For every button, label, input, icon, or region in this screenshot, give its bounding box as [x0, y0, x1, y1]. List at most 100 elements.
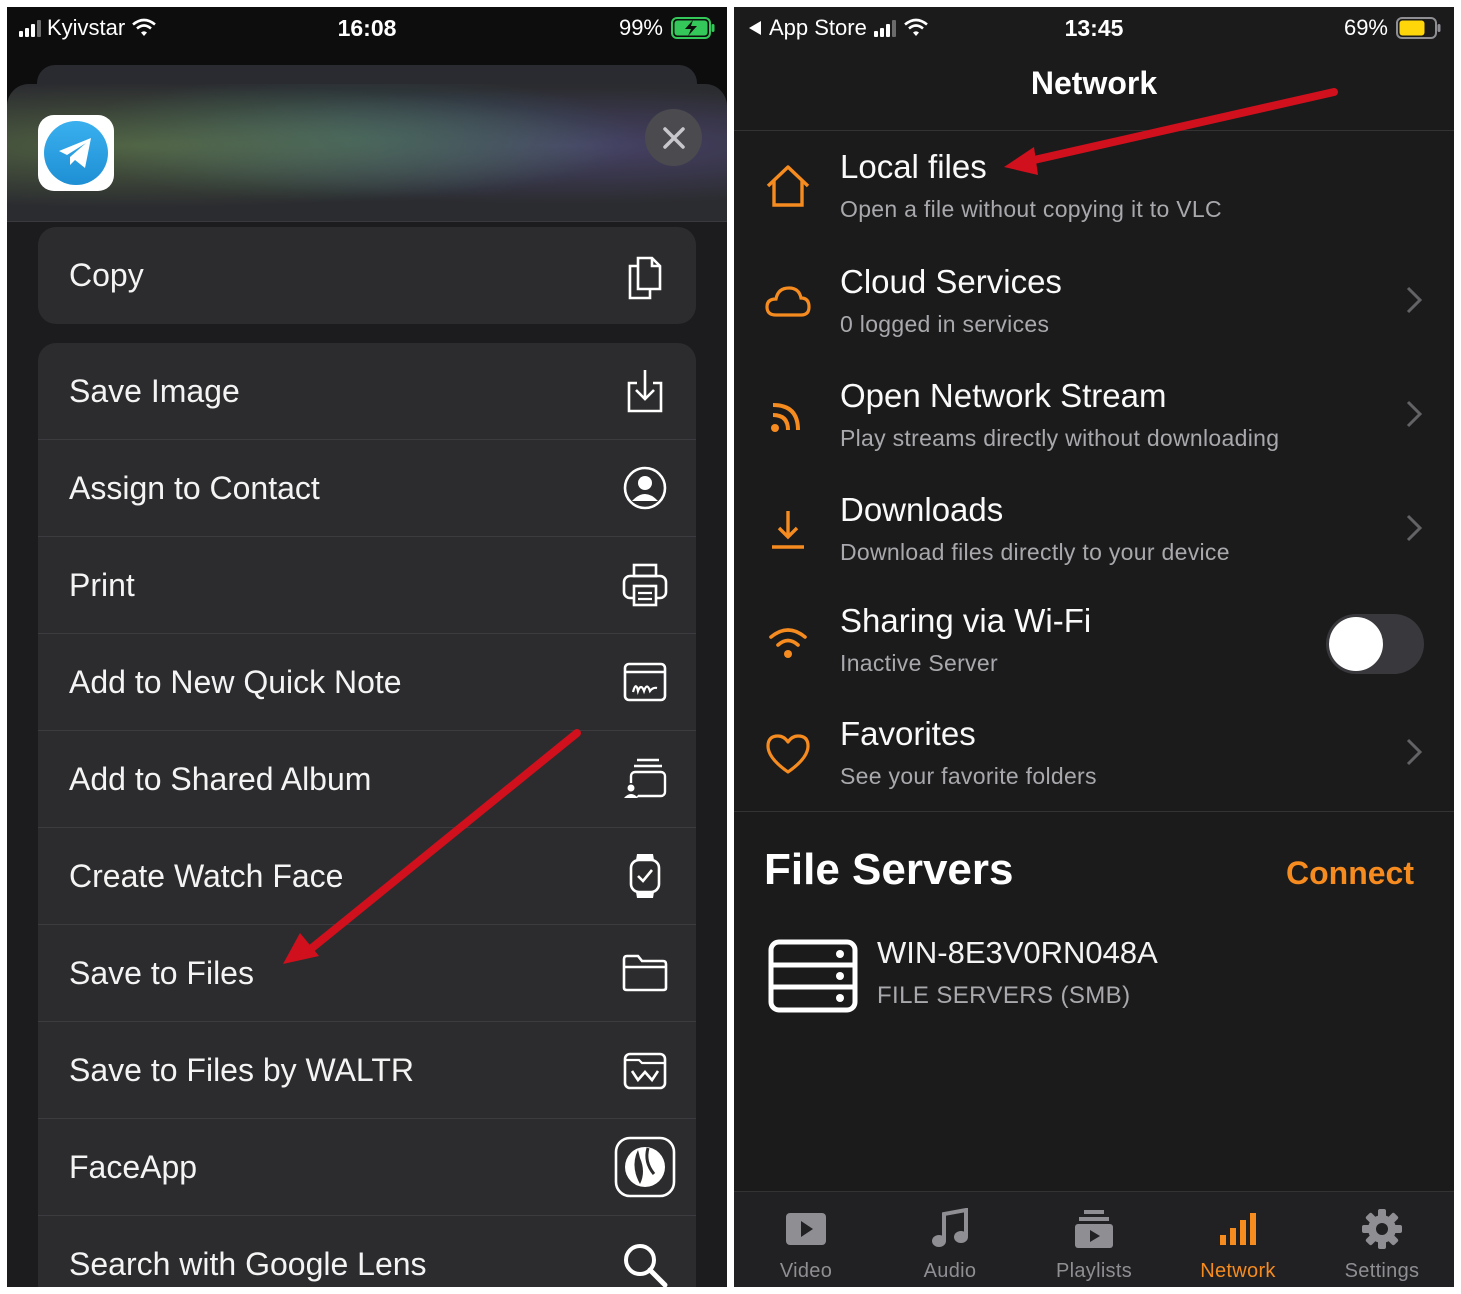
contact-icon — [620, 463, 670, 513]
right-phone-screen: App Store 13:45 69% Network Local files … — [734, 7, 1454, 1287]
action-label: Add to New Quick Note — [69, 663, 402, 700]
save-image-icon — [620, 366, 670, 416]
watch-icon — [620, 851, 670, 901]
cloud-icon — [762, 275, 814, 327]
share-actions-group-secondary: Save Image Assign to Contact Print Add t… — [38, 343, 696, 1287]
battery-percent: 99% — [618, 15, 663, 40]
row-title: Cloud Services — [840, 263, 1062, 300]
tab-bar: Video Audio Playlists Network Settings — [734, 1191, 1454, 1287]
action-label: Copy — [69, 257, 144, 293]
action-label: Print — [69, 566, 135, 603]
row-subtitle: Play streams directly without downloadin… — [840, 425, 1280, 451]
tab-video[interactable]: Video — [734, 1192, 878, 1287]
tab-audio[interactable]: Audio — [878, 1192, 1022, 1287]
row-subtitle: Open a file without copying it to VLC — [840, 196, 1222, 222]
waltr-folder-icon — [620, 1045, 670, 1095]
telegram-icon — [38, 115, 114, 191]
action-label: Save to Files — [69, 954, 254, 991]
network-bars-icon — [1213, 1206, 1263, 1252]
row-downloads[interactable]: Downloads Download files directly to you… — [734, 475, 1454, 587]
row-cloud-services[interactable]: Cloud Services 0 logged in services — [734, 247, 1454, 359]
tab-label: Playlists — [1055, 1260, 1133, 1282]
row-title: Open Network Stream — [840, 377, 1167, 414]
divider — [734, 130, 1454, 131]
row-open-network-stream[interactable]: Open Network Stream Play streams directl… — [734, 361, 1454, 473]
battery-percent: 69% — [1343, 15, 1388, 40]
status-bar: App Store 13:45 69% — [734, 7, 1454, 47]
download-icon — [762, 503, 814, 555]
action-label: FaceApp — [69, 1148, 198, 1185]
action-add-to-quick-note[interactable]: Add to New Quick Note — [38, 634, 696, 731]
row-title: Favorites — [840, 715, 976, 752]
battery-group: 99% — [619, 15, 715, 41]
action-create-watch-face[interactable]: Create Watch Face — [38, 828, 696, 925]
battery-icon — [1396, 17, 1441, 39]
action-assign-to-contact[interactable]: Assign to Contact — [38, 440, 696, 537]
server-icon — [768, 939, 858, 1013]
close-icon — [662, 126, 685, 149]
share-actions-group-primary: Copy — [38, 227, 696, 324]
row-subtitle: See your favorite folders — [840, 763, 1097, 789]
page-title: Network — [1030, 65, 1158, 101]
search-icon — [620, 1240, 670, 1287]
wifi-icon — [762, 614, 814, 666]
action-google-lens[interactable]: Search with Google Lens — [38, 1216, 696, 1287]
copy-icon — [620, 251, 670, 301]
action-label: Create Watch Face — [69, 857, 344, 894]
row-sharing-via-wifi: Sharing via Wi-Fi Inactive Server — [734, 586, 1454, 698]
music-note-icon — [925, 1206, 975, 1252]
home-icon — [762, 160, 814, 212]
faceapp-icon — [614, 1136, 676, 1198]
action-label: Save Image — [69, 372, 240, 409]
action-label: Add to Shared Album — [69, 760, 372, 797]
tab-label: Video — [779, 1260, 833, 1282]
left-phone-screen: Kyivstar 16:08 99% Copy Save Image Assig… — [7, 7, 727, 1287]
row-subtitle: Download files directly to your device — [840, 539, 1230, 565]
tab-playlists[interactable]: Playlists — [1022, 1192, 1166, 1287]
tab-network[interactable]: Network — [1166, 1192, 1310, 1287]
quick-note-icon — [620, 657, 670, 707]
tab-label: Network — [1200, 1260, 1276, 1282]
tab-label: Settings — [1344, 1260, 1420, 1282]
file-servers-heading: File Servers — [764, 845, 1014, 894]
action-label: Save to Files by WALTR — [69, 1051, 414, 1088]
action-add-to-shared-album[interactable]: Add to Shared Album — [38, 731, 696, 828]
action-save-image[interactable]: Save Image — [38, 343, 696, 440]
wifi-sharing-toggle[interactable] — [1326, 614, 1424, 674]
tab-settings[interactable]: Settings — [1310, 1192, 1454, 1287]
share-sheet-header — [7, 84, 727, 222]
chevron-right-icon — [1406, 286, 1423, 314]
action-print[interactable]: Print — [38, 537, 696, 634]
chevron-right-icon — [1406, 400, 1423, 428]
action-label: Assign to Contact — [69, 469, 320, 506]
battery-charging-icon — [671, 17, 715, 39]
tab-label: Audio — [923, 1260, 977, 1282]
chevron-right-icon — [1406, 738, 1423, 766]
video-icon — [781, 1206, 831, 1252]
action-save-to-files[interactable]: Save to Files — [38, 925, 696, 1022]
action-faceapp[interactable]: FaceApp — [38, 1119, 696, 1216]
chevron-right-icon — [1406, 514, 1423, 542]
server-name: WIN-8E3V0RN048A — [877, 935, 1158, 970]
status-bar: Kyivstar 16:08 99% — [7, 7, 727, 47]
server-type: FILE SERVERS (SMB) — [877, 982, 1131, 1009]
close-button[interactable] — [645, 109, 702, 166]
row-title: Sharing via Wi-Fi — [840, 602, 1092, 639]
heart-icon — [762, 727, 814, 779]
action-save-to-files-waltr[interactable]: Save to Files by WALTR — [38, 1022, 696, 1119]
divider — [734, 811, 1454, 812]
action-copy[interactable]: Copy — [38, 227, 696, 324]
rss-icon — [762, 389, 814, 441]
playlists-icon — [1069, 1206, 1119, 1252]
row-title: Local files — [840, 148, 987, 185]
shared-album-icon — [620, 754, 670, 804]
row-local-files[interactable]: Local files Open a file without copying … — [734, 132, 1454, 244]
printer-icon — [620, 560, 670, 610]
action-label: Search with Google Lens — [69, 1246, 427, 1282]
connect-button[interactable]: Connect — [1286, 855, 1414, 892]
row-subtitle: 0 logged in services — [840, 311, 1050, 337]
row-favorites[interactable]: Favorites See your favorite folders — [734, 699, 1454, 811]
toggle-knob — [1329, 617, 1383, 671]
share-sheet: Copy Save Image Assign to Contact Print … — [7, 84, 727, 1287]
row-subtitle: Inactive Server — [840, 650, 998, 676]
